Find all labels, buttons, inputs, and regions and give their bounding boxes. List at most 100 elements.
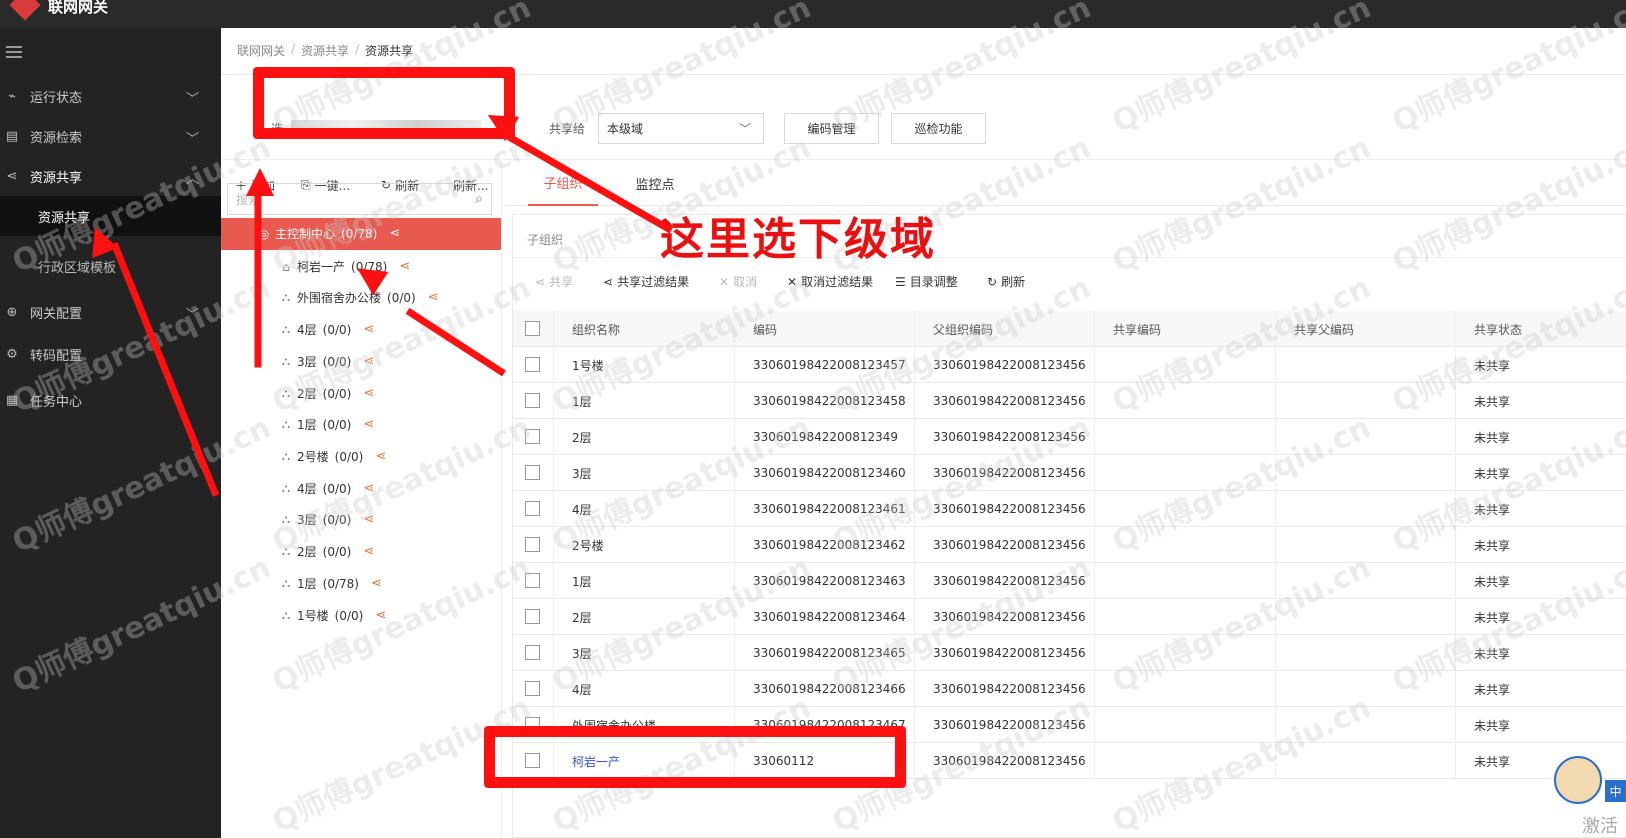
tree-node[interactable]: ⛬ 2号楼 (0/0) ⋖ [279,441,386,472]
chevron-down-icon: ﹀ [185,92,199,107]
breadcrumb-item[interactable]: 联网网关 [237,42,285,59]
patrol-button[interactable]: 巡检功能 [891,113,986,144]
share-filter-action[interactable]: ⋖ 共享过滤结果 [603,273,689,290]
tree-node[interactable]: ⛬ 1号楼 (0/0) ⋖ [279,600,386,631]
tree-node-label: 柯岩一产 [297,260,346,274]
share-icon[interactable]: ⋖ [363,481,374,496]
tree-node[interactable]: ⛬ 3层 (0/0) ⋖ [279,346,374,377]
share-icon[interactable]: ⋖ [363,386,374,401]
directory-adjust-action[interactable]: ☰ 目录调整 [895,273,958,290]
share-icon[interactable]: ⋖ [371,576,382,591]
row-checkbox[interactable] [525,609,540,624]
row-checkbox[interactable] [525,429,540,444]
tab-bar: 子组织 监控点 [502,160,1626,206]
chevron-up-icon: ︿ [185,172,199,187]
tree-node[interactable]: ⛬ 1层 (0/0) ⋖ [279,409,374,440]
table-cell [1094,563,1275,599]
hamburger-icon[interactable] [6,46,22,58]
tree-node[interactable]: ⛬ 2层 (0/0) ⋖ [279,536,374,567]
share-icon[interactable]: ⋖ [363,512,374,527]
share-icon[interactable]: ⋖ [375,449,386,464]
table-row[interactable]: 4层 33060198422008123466 330601984220081234… [513,671,1626,707]
org-icon: ⛬ [281,290,291,304]
sidebar-item-label: 任务中心 [30,394,83,410]
close-icon: ✕ [719,274,730,289]
sidebar-subitem-label: 资源共享 [38,210,91,226]
share-icon[interactable]: ⋖ [363,322,374,337]
tree-node[interactable]: ⛬ 1层 (0/78) ⋖ [279,568,382,599]
cancel-filter-action[interactable]: ✕ 取消过滤结果 [787,273,873,290]
org-icon: ⛬ [281,449,291,463]
ime-badge[interactable]: 中 [1605,780,1626,802]
table-row[interactable]: 2号楼 33060198422008123462 33060198422008123… [513,527,1626,563]
row-checkbox[interactable] [525,465,540,480]
share-icon[interactable]: ⋖ [428,290,439,305]
row-checkbox[interactable] [525,357,540,372]
org-icon: ⛬ [281,608,291,622]
share-to-select[interactable]: 本级域 ﹀ [598,113,764,144]
share-icon[interactable]: ⋖ [363,544,374,559]
share-icon[interactable]: ⋖ [363,354,374,369]
annotation-box-select [253,67,515,139]
cell-text: 33060198422008123456 [933,502,1086,516]
table-cell: 1号楼 [553,347,734,383]
tree-node[interactable]: ◎ 主控制中心 (0/78) ⋖ [257,218,400,249]
sidebar-subitem-region-template[interactable]: 行政区域模板 [0,246,221,286]
table-row[interactable]: 3层 33060198422008123460 330601984220081234… [513,455,1626,491]
sidebar-subitem-label: 行政区域模板 [38,260,117,276]
sidebar-item-task-center[interactable]: ▦ 任务中心 [0,382,221,418]
tab-monitor-point[interactable]: 监控点 [620,160,690,206]
cell-text: 2层 [572,430,592,445]
share-icon[interactable]: ⋖ [375,608,386,623]
tree-node-count: (0/0) [334,608,364,623]
table-row[interactable]: 1层 33060198422008123463 330601984220081234… [513,563,1626,599]
chevron-down-icon: ﹀ [185,308,199,323]
code-management-button[interactable]: 编码管理 [784,113,879,144]
cell-text: 33060198422008123456 [933,538,1086,552]
tree-node-label: 4层 [297,482,317,496]
row-checkbox[interactable] [525,537,540,552]
share-icon[interactable]: ⋖ [363,417,374,432]
table-row[interactable]: 1层 33060198422008123458 330601984220081234… [513,383,1626,419]
tree-node[interactable]: ⛬ 4层 (0/0) ⋖ [279,473,374,504]
table-row[interactable]: 2层 3306019842200812349 3306019842200812345… [513,419,1626,455]
tree-node[interactable]: ⌂ 柯岩一产 (0/78) ⋖ [279,251,410,282]
row-checkbox[interactable] [525,573,540,588]
gear-icon: ⚙ [6,346,18,362]
search-icon[interactable]: ⌕ [475,191,483,207]
avatar[interactable] [1554,756,1602,804]
sidebar-item-transcode[interactable]: ⚙ 转码配置 [0,336,221,372]
table-cell: 33060198422008123456 [914,491,1094,527]
org-icon: ⛬ [281,544,291,558]
share-action[interactable]: ⋖ 共享 [535,273,573,290]
cell-text: 33060198422008123456 [933,430,1086,444]
sidebar-item-search[interactable]: ▤ 资源检索 ﹀ [0,118,221,154]
org-icon: ⛬ [281,512,291,526]
table-cell [1275,743,1455,779]
row-checkbox[interactable] [525,501,540,516]
sidebar-item-share[interactable]: ⋖ 资源共享 ︿ [0,158,221,194]
tree-node-count: (0/0) [322,481,352,496]
activate-text: 激活 [1582,816,1618,837]
tree-node[interactable]: ⛬ 3层 (0/0) ⋖ [279,504,374,535]
row-checkbox[interactable] [525,681,540,696]
cell-text: 33060198422008123456 [933,682,1086,696]
tree-node[interactable]: ⛬ 2层 (0/0) ⋖ [279,378,374,409]
column-header: 组织名称 [553,311,734,347]
refresh-action[interactable]: ↻ 刷新 [987,273,1025,290]
row-checkbox[interactable] [525,645,540,660]
table-row[interactable]: 3层 33060198422008123465 330601984220081234… [513,635,1626,671]
table-row[interactable]: 1号楼 33060198422008123457 33060198422008123… [513,347,1626,383]
share-icon[interactable]: ⋖ [399,259,410,274]
cancel-action[interactable]: ✕ 取消 [719,273,757,290]
tree-node[interactable]: ⛬ 4层 (0/0) ⋖ [279,314,374,345]
sidebar-item-gateway-config[interactable]: ⊕ 网关配置 ﹀ [0,294,221,330]
row-checkbox[interactable] [525,393,540,408]
table-row[interactable]: 4层 33060198422008123461 330601984220081234… [513,491,1626,527]
breadcrumb-item[interactable]: 资源共享 [301,42,349,59]
org-icon: ⛬ [281,386,291,400]
sidebar-item-status[interactable]: ⌁ 运行状态 ﹀ [0,78,221,114]
share-icon[interactable]: ⋖ [389,226,400,241]
select-all-checkbox[interactable] [525,321,540,336]
table-row[interactable]: 2层 33060198422008123464 330601984220081234… [513,599,1626,635]
